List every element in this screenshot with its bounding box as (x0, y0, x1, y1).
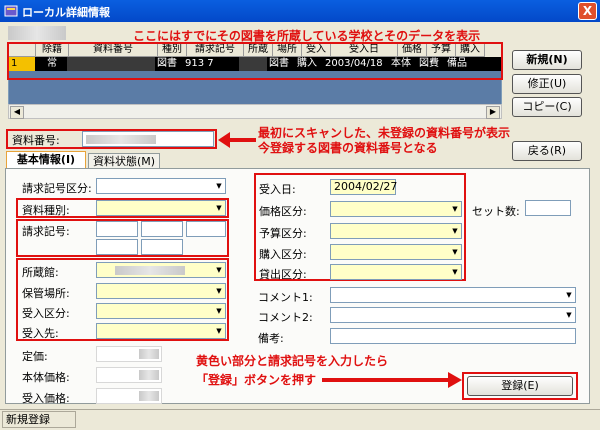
shiryo-number-redacted (86, 135, 156, 144)
biko-label: 備考: (258, 332, 284, 345)
tab-basic-info[interactable]: 基本情報(I) (6, 151, 86, 169)
yosan-kubun-select[interactable]: ▼ (330, 223, 462, 239)
edit-button[interactable]: 修正(U) (512, 74, 582, 94)
comment1-select[interactable]: ▼ (330, 287, 576, 303)
annotation-bottom-2: 「登録」ボタンを押す (196, 373, 317, 387)
yosan-kubun-label: 予算区分: (259, 227, 307, 240)
chevron-down-icon: ▼ (452, 248, 458, 256)
hontai-kakaku-label: 本体価格: (22, 371, 70, 384)
app-icon (4, 4, 18, 18)
back-button[interactable]: 戻る(R) (512, 141, 582, 161)
copy-button[interactable]: コピー(C) (512, 97, 582, 117)
chevron-down-icon: ▼ (452, 227, 458, 235)
shozokan-redacted (115, 266, 185, 275)
chevron-down-icon: ▼ (216, 266, 222, 274)
seikyu-kigo-field-4[interactable] (96, 239, 138, 255)
kakaku-kubun-select[interactable]: ▼ (330, 201, 462, 217)
annotation-bottom-1: 黄色い部分と請求記号を入力したら (196, 354, 389, 368)
ukeire-bi-label: 受入日: (259, 183, 296, 196)
shiryo-shubetsu-label: 資料種別: (22, 204, 70, 217)
seikyu-kubun-label: 請求記号区分: (22, 182, 92, 195)
shiryo-number-field[interactable] (82, 131, 214, 147)
scan-arrow-icon (218, 132, 256, 148)
hokan-basho-label: 保管場所: (22, 287, 70, 300)
ukeire-kakaku-field[interactable] (96, 388, 162, 404)
comment1-label: コメント1: (258, 291, 313, 304)
status-mode: 新規登録 (2, 411, 76, 428)
kakaku-kubun-label: 価格区分: (259, 205, 307, 218)
hokan-basho-select[interactable]: ▼ (96, 283, 226, 299)
school-name-redacted (8, 26, 66, 40)
set-su-label: セット数: (472, 205, 520, 218)
chevron-down-icon: ▼ (216, 204, 222, 212)
teika-field[interactable] (96, 346, 162, 362)
tab-material-status[interactable]: 資料状態(M) (88, 153, 160, 169)
biko-field[interactable] (330, 328, 576, 344)
chevron-down-icon: ▼ (566, 291, 572, 299)
hontai-redacted (139, 370, 159, 380)
ukeire-bi-field[interactable]: 2004/02/27 (330, 179, 397, 195)
seikyu-kigo-field-2[interactable] (141, 221, 183, 237)
chevron-down-icon: ▼ (216, 327, 222, 335)
seikyu-kubun-select[interactable]: ▼ (96, 178, 226, 194)
teika-redacted (139, 349, 159, 359)
kashidashi-kubun-label: 貸出区分: (259, 268, 307, 281)
scroll-left-icon[interactable]: ◀ (10, 106, 24, 119)
hontai-kakaku-field[interactable] (96, 367, 162, 383)
comment2-label: コメント2: (258, 311, 313, 324)
konyu-kubun-label: 購入区分: (259, 248, 307, 261)
grid-horizontal-scrollbar[interactable]: ◀ ▶ (8, 104, 502, 119)
chevron-down-icon: ▼ (452, 268, 458, 276)
grid-highlight-box (7, 42, 503, 80)
ukeire-saki-select[interactable]: ▼ (96, 323, 226, 339)
chevron-down-icon: ▼ (452, 205, 458, 213)
status-bar (0, 409, 600, 430)
seikyu-kigo-label: 請求記号: (22, 225, 70, 238)
register-button[interactable]: 登録(E) (467, 376, 573, 396)
chevron-down-icon: ▼ (216, 307, 222, 315)
shozokan-label: 所蔵館: (22, 266, 59, 279)
ukeire-kubun-label: 受入区分: (22, 307, 70, 320)
shozokan-select[interactable]: ▼ (96, 262, 226, 278)
ukeire-saki-label: 受入先: (22, 327, 59, 340)
seikyu-kigo-field-3[interactable] (186, 221, 226, 237)
seikyu-kigo-field-1[interactable] (96, 221, 138, 237)
shiryo-number-label: 資料番号: (12, 134, 60, 147)
kashidashi-kubun-select[interactable]: ▼ (330, 264, 462, 280)
comment2-select[interactable]: ▼ (330, 307, 576, 323)
annotation-scan-2: 今登録する図書の資料番号となる (258, 141, 438, 155)
ukeire-kakaku-redacted (139, 391, 159, 401)
seikyu-kigo-field-5[interactable] (141, 239, 183, 255)
chevron-down-icon: ▼ (216, 287, 222, 295)
shiryo-shubetsu-select[interactable]: ▼ (96, 200, 226, 216)
ukeire-kubun-select[interactable]: ▼ (96, 303, 226, 319)
set-su-field[interactable] (525, 200, 571, 216)
konyu-kubun-select[interactable]: ▼ (330, 244, 462, 260)
chevron-down-icon: ▼ (216, 182, 222, 190)
scroll-right-icon[interactable]: ▶ (486, 106, 500, 119)
register-arrow-icon (322, 372, 462, 388)
new-button[interactable]: 新規(N) (512, 50, 582, 70)
ukeire-kakaku-label: 受入価格: (22, 392, 70, 405)
teika-label: 定価: (22, 350, 48, 363)
window-title: ローカル詳細情報 (22, 6, 110, 19)
close-button[interactable]: X (578, 2, 597, 20)
chevron-down-icon: ▼ (566, 311, 572, 319)
